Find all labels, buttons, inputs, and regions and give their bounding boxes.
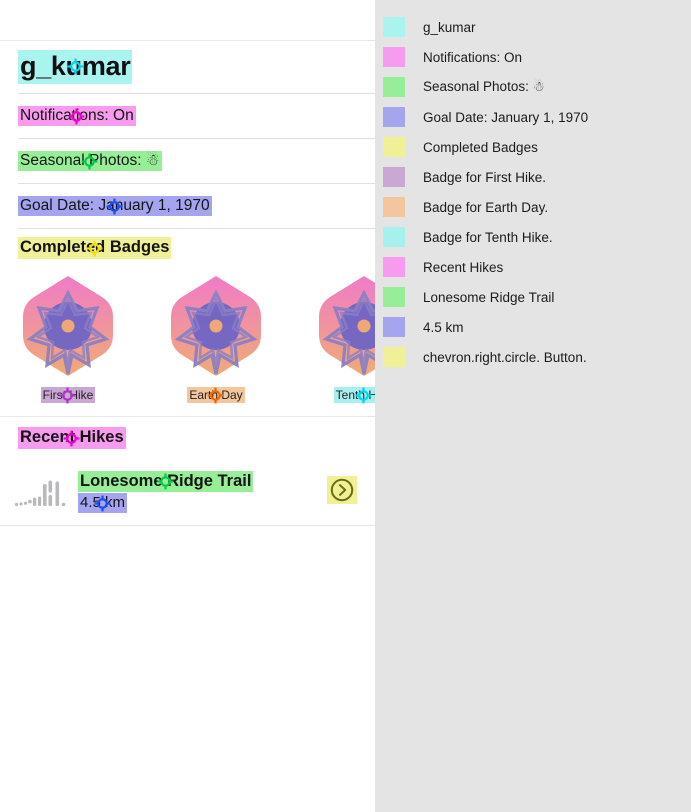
legend-label: Goal Date: January 1, 1970 (423, 109, 589, 125)
legend-item: Badge for Earth Day. (375, 192, 691, 222)
legend-swatch (383, 287, 405, 307)
badge-earth-day-icon (170, 275, 262, 377)
elevation-chart-icon (14, 475, 70, 509)
legend-label: 4.5 km (423, 319, 464, 335)
seasonal-photos-label: Seasonal Photos: ☃ (18, 150, 162, 172)
legend-swatch (383, 317, 405, 337)
legend-swatch (383, 197, 405, 217)
hike-title: Lonesome Ridge Trail (78, 470, 254, 493)
profile-name-row: g_kumar (0, 41, 375, 93)
legend-swatch (383, 167, 405, 187)
completed-badges-header: Completed Badges (18, 237, 172, 259)
legend-item: chevron.right.circle. Button. (375, 342, 691, 372)
legend-item: 4.5 km (375, 312, 691, 342)
legend-label: g_kumar (423, 19, 476, 35)
badge-label-first-hike: First Hike (40, 387, 96, 404)
chevron-right-circle-button[interactable] (327, 475, 357, 504)
badge-item-earth-day[interactable]: Earth Day (166, 275, 266, 404)
legend-label: Badge for Tenth Hike. (423, 229, 553, 245)
screen: g_kumar Notifications: On Seasonal Photo… (0, 0, 691, 812)
legend-label: Completed Badges (423, 139, 538, 155)
legend-swatch (383, 347, 405, 367)
legend-swatch (383, 77, 405, 97)
goal-date-label: Goal Date: January 1, 1970 (18, 195, 212, 217)
recent-hikes-header: Recent Hikes (18, 427, 126, 449)
hike-text-block: Lonesome Ridge Trail 4.5 km (78, 470, 327, 514)
hike-list-item[interactable]: Lonesome Ridge Trail 4.5 km (0, 459, 375, 525)
chevron-right-circle-icon (330, 478, 354, 501)
legend-label: Recent Hikes (423, 259, 504, 275)
seasonal-photos-row[interactable]: Seasonal Photos: ☃ (0, 139, 375, 183)
legend-item: Lonesome Ridge Trail (375, 282, 691, 312)
badge-item-first-hike[interactable]: First Hike (18, 275, 118, 404)
badge-first-hike-icon (22, 275, 114, 377)
legend-list: g_kumar Notifications: On Seasonal Photos:… (375, 12, 691, 372)
legend-item: Completed Badges (375, 132, 691, 162)
legend-item: Goal Date: January 1, 1970 (375, 102, 691, 132)
badge-item-tenth-hike[interactable]: Tenth Hike (314, 275, 375, 404)
hike-distance: 4.5 km (78, 493, 128, 514)
badge-label-earth-day: Earth Day (187, 387, 245, 404)
hike-detail-button-wrap (327, 475, 357, 509)
goal-date-row[interactable]: Goal Date: January 1, 1970 (0, 184, 375, 228)
badge-label-tenth-hike: Tenth Hike (333, 387, 375, 404)
legend-label: Seasonal Photos: ☃ (423, 79, 545, 94)
recent-hikes-header-row: Recent Hikes (0, 417, 375, 459)
legend-swatch (383, 137, 405, 157)
legend-item: g_kumar (375, 12, 691, 42)
legend-item: Seasonal Photos: ☃ (375, 72, 691, 102)
legend-item: Badge for Tenth Hike. (375, 222, 691, 252)
profile-app-pane: g_kumar Notifications: On Seasonal Photo… (0, 0, 375, 812)
legend-swatch (383, 17, 405, 37)
legend-swatch (383, 47, 405, 67)
legend-label: Badge for Earth Day. (423, 199, 549, 215)
legend-label: chevron.right.circle. Button. (423, 349, 587, 365)
profile-name: g_kumar (18, 50, 133, 84)
badges-list[interactable]: First Hike Earth Day Tenth H (18, 267, 375, 416)
badge-tenth-hike-icon (318, 275, 375, 377)
legend-swatch (383, 227, 405, 247)
legend-item: Recent Hikes (375, 252, 691, 282)
legend-label: Badge for First Hike. (423, 169, 547, 185)
legend-item: Badge for First Hike. (375, 162, 691, 192)
notifications-label: Notifications: On (18, 105, 136, 127)
legend-label: Lonesome Ridge Trail (423, 289, 555, 305)
completed-badges-header-row: Completed Badges (0, 229, 375, 267)
legend-panel: g_kumar Notifications: On Seasonal Photos:… (375, 0, 691, 812)
notifications-row[interactable]: Notifications: On (0, 94, 375, 138)
legend-swatch (383, 107, 405, 127)
legend-label: Notifications: On (423, 49, 523, 65)
legend-item: Notifications: On (375, 42, 691, 72)
legend-swatch (383, 257, 405, 277)
divider-6 (0, 525, 375, 526)
